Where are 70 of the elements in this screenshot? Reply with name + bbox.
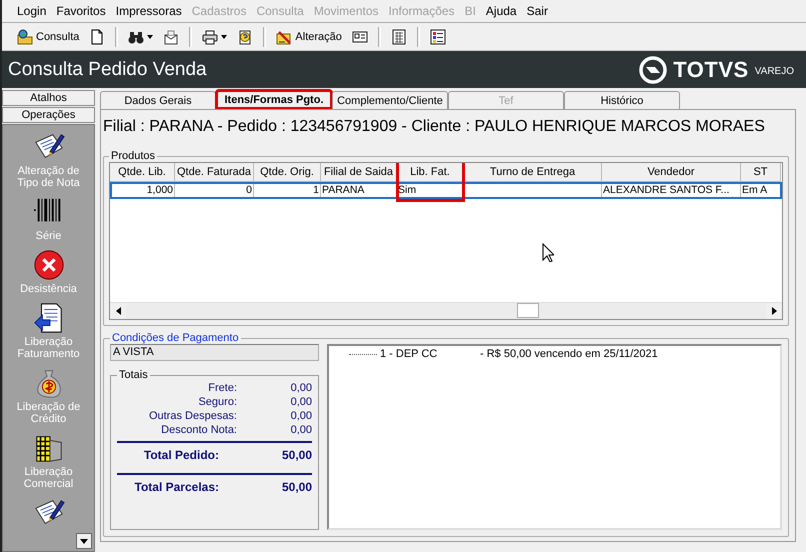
tab[interactable]: Dados Gerais: [100, 91, 216, 109]
table-cell: 1,000: [110, 182, 175, 199]
table-cell: PARANA: [321, 182, 397, 199]
scroll-down-button[interactable]: [76, 533, 92, 549]
total-value: 50,00: [282, 479, 312, 495]
page-icon: [89, 28, 106, 44]
table-cell: ALEXANDRE SANTOS F...: [602, 182, 741, 199]
installment-detail: - R$ 50,00 vencendo em 25/11/2021: [480, 348, 658, 360]
group-label: Produtos: [110, 150, 156, 162]
table-cell: Em A: [741, 182, 781, 199]
column-header[interactable]: Lib. Fat.: [397, 163, 464, 182]
toolbar-button[interactable]: Alteração: [273, 28, 345, 46]
logo-text: TOTVS: [673, 56, 749, 82]
sidebar-section-button[interactable]: Atalhos: [2, 90, 95, 106]
total-label: Total Pedido:: [142, 447, 219, 463]
envelope-icon: [163, 28, 180, 44]
menu-item[interactable]: Favoritos: [51, 4, 111, 18]
payment-condition-field[interactable]: A VISTA: [110, 344, 319, 361]
column-header[interactable]: Vendedor: [602, 163, 741, 182]
total-label: Seguro:: [197, 395, 237, 409]
order-header: Filial : PARANA - Pedido : 123456791909 - Cliente : PAULO HENRIQUE MARCOS MORAES: [103, 118, 766, 136]
printer-icon: [202, 28, 218, 44]
logo-icon: [639, 56, 668, 84]
scroll-thumb[interactable]: [517, 303, 539, 318]
menu-item[interactable]: Login: [12, 4, 52, 18]
group-label: Condições de Pagamento: [111, 332, 240, 344]
total-label: Total Parcelas:: [134, 479, 219, 495]
folder-globe-icon: [17, 28, 33, 44]
caret-right-icon: [772, 307, 776, 315]
window-title: Consulta Pedido Venda: [8, 58, 207, 80]
logo-tagline: VAREJO: [754, 66, 794, 77]
total-label: Desconto Nota:: [160, 423, 237, 437]
caret-left-icon: [116, 307, 120, 315]
cursor-icon: [542, 243, 554, 262]
total-label: Outras Despesas:: [148, 409, 237, 423]
selected-row[interactable]: 1,000 0 1 PARANA Sim ALEXANDRE SANTOS F... Em A: [110, 182, 782, 199]
list-icon: [430, 28, 446, 44]
total-value: 50,00: [282, 447, 312, 463]
tab[interactable]: Complemento/Cliente: [332, 91, 448, 109]
help-document-icon: [237, 28, 254, 44]
column-header[interactable]: Qtde. Faturada: [175, 163, 254, 182]
column-header[interactable]: Filial de Saida: [321, 163, 397, 182]
id-card-icon: [352, 28, 368, 44]
menu-item[interactable]: Sair: [522, 4, 553, 18]
menu-item[interactable]: Impressoras: [110, 4, 187, 18]
cancel-icon: [32, 249, 64, 281]
tab[interactable]: Histórico: [564, 91, 680, 109]
pencil-pad-icon: [276, 28, 292, 44]
table-cell: 0: [175, 182, 254, 199]
sidebar-section-button[interactable]: Operações: [2, 107, 95, 123]
group-label: Totais: [118, 369, 149, 381]
total-value: 0,00: [290, 423, 312, 437]
column-header[interactable]: ST: [741, 163, 781, 182]
menu-item[interactable]: Ajuda: [480, 4, 522, 18]
column-header[interactable]: Qtde. Orig.: [254, 163, 321, 182]
calendar-icon: [390, 28, 407, 44]
caret-down-icon: [80, 538, 88, 544]
total-label: Frete:: [207, 381, 237, 395]
tree-item[interactable]: 1 - DEP CC: [380, 348, 480, 360]
document-arrow-icon: [32, 302, 64, 334]
total-value: 0,00: [290, 409, 312, 423]
total-value: 0,00: [290, 381, 312, 395]
toolbar-button[interactable]: Consulta: [14, 28, 82, 46]
horizontal-scrollbar[interactable]: [110, 302, 782, 319]
total-value: 0,00: [290, 395, 312, 409]
column-header[interactable]: Qtde. Lib.: [110, 163, 175, 182]
table-cell: 1: [254, 182, 321, 199]
column-header[interactable]: Turno de Entrega: [464, 163, 602, 182]
table-cell: Sim: [397, 182, 464, 199]
tab[interactable]: Itens/Formas Pgto.: [216, 90, 332, 109]
